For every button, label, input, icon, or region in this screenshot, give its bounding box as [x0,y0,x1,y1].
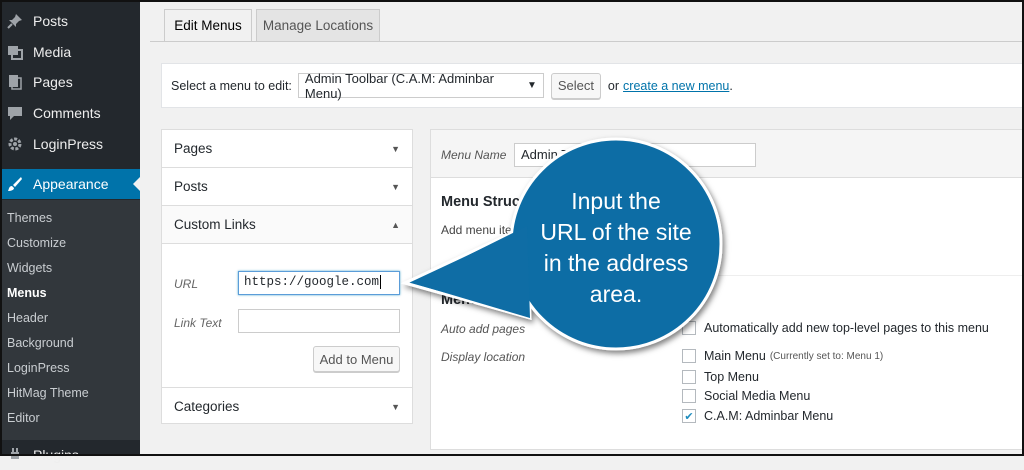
callout-text: Input the URL of the site in the address… [518,186,714,310]
callout-line: area. [589,281,643,307]
callout-line: in the address [543,250,689,276]
callout-bubble [400,137,723,351]
callout-line: URL of the site [540,219,692,245]
callout-line: Input the [571,188,661,214]
